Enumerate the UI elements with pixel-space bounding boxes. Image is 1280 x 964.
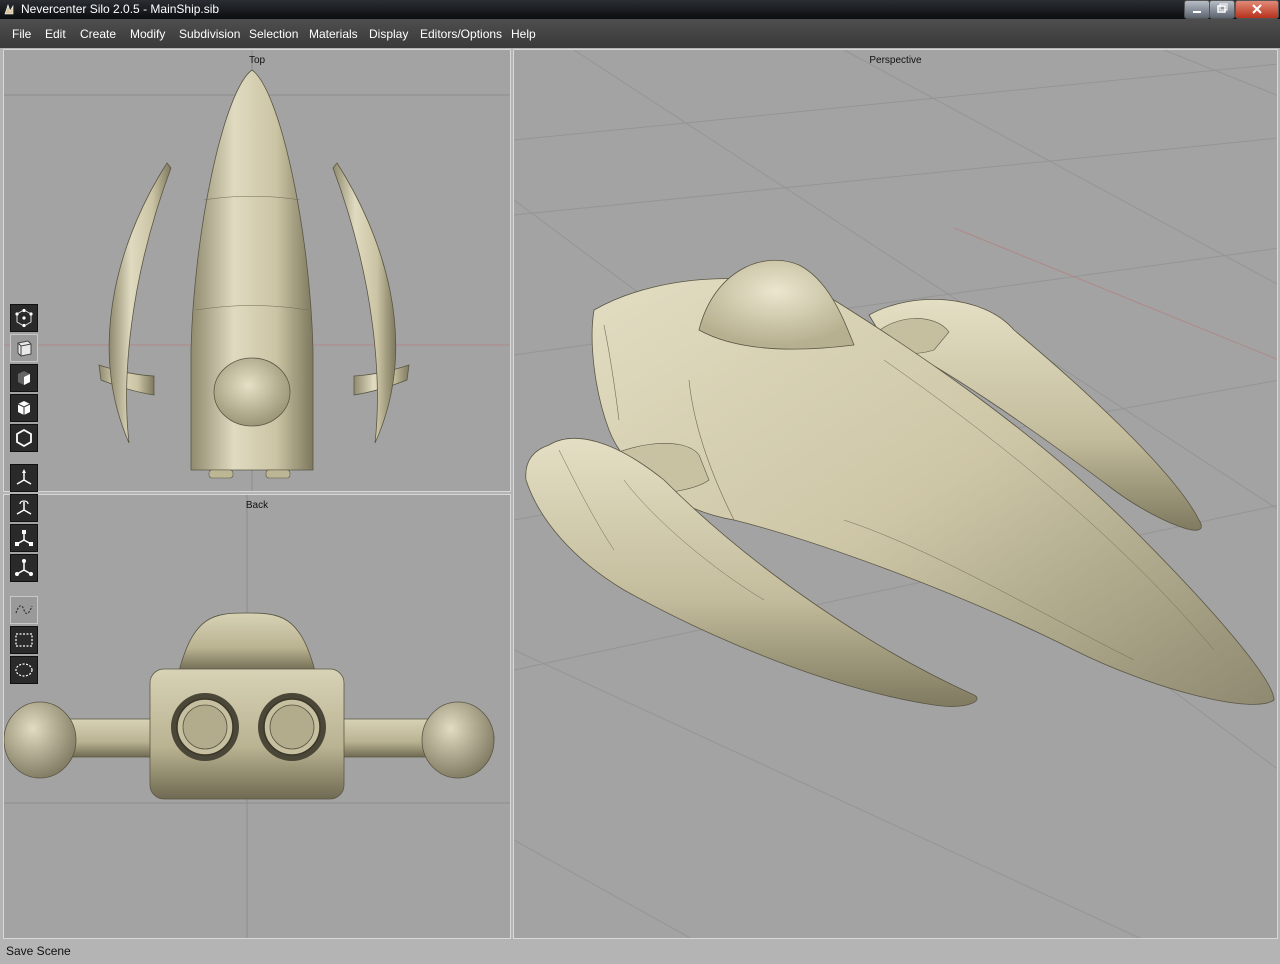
window-title: Nevercenter Silo 2.0.5 - MainShip.sib bbox=[21, 2, 220, 16]
back-view-canvas bbox=[4, 495, 510, 938]
rotate-manipulator-icon bbox=[16, 500, 32, 515]
top-viewport-label: Top bbox=[248, 55, 266, 66]
minimize-button[interactable] bbox=[1184, 0, 1210, 19]
move-manipulator-icon bbox=[16, 469, 32, 485]
top-view-canvas bbox=[4, 50, 510, 491]
wireframe-object-button[interactable] bbox=[10, 424, 38, 452]
top-viewport[interactable]: Top bbox=[3, 49, 511, 492]
vertex-mode-icon bbox=[15, 308, 33, 328]
rectangle-select-icon bbox=[15, 633, 33, 647]
silo-app-icon[interactable] bbox=[2, 2, 16, 16]
menu-file[interactable]: File bbox=[12, 27, 31, 41]
maximize-button[interactable] bbox=[1209, 0, 1235, 19]
scale-manipulator-button[interactable] bbox=[10, 524, 38, 552]
wireframe-object-icon bbox=[16, 428, 32, 448]
ellipse-select-button[interactable] bbox=[10, 656, 38, 684]
menu-display[interactable]: Display bbox=[369, 27, 408, 41]
close-button[interactable] bbox=[1235, 0, 1279, 19]
rectangle-select-button[interactable] bbox=[10, 626, 38, 654]
menu-create[interactable]: Create bbox=[80, 27, 116, 41]
menu-editors-options[interactable]: Editors/Options bbox=[420, 27, 502, 41]
face-mode-button[interactable] bbox=[10, 364, 38, 392]
status-text: Save Scene bbox=[6, 944, 71, 958]
perspective-viewport-label: Perspective bbox=[869, 55, 922, 66]
face-mode-icon bbox=[18, 371, 30, 385]
perspective-viewport[interactable]: Perspective bbox=[513, 49, 1278, 939]
tool-palette bbox=[8, 304, 40, 688]
ellipse-select-icon bbox=[15, 663, 33, 677]
back-viewport-label: Back bbox=[245, 500, 269, 511]
object-mode-icon bbox=[17, 401, 31, 415]
ship-perspective-view bbox=[525, 259, 1275, 707]
minimize-icon bbox=[1193, 11, 1201, 13]
ship-top-view bbox=[98, 69, 410, 479]
menu-selection[interactable]: Selection bbox=[249, 27, 298, 41]
object-mode-button[interactable] bbox=[10, 394, 38, 422]
lasso-select-icon bbox=[15, 605, 33, 615]
status-bar: Save Scene bbox=[0, 940, 1280, 964]
back-viewport[interactable]: Back bbox=[3, 494, 511, 939]
move-manipulator-button[interactable] bbox=[10, 464, 38, 492]
close-icon bbox=[1252, 4, 1262, 14]
menu-edit[interactable]: Edit bbox=[45, 27, 66, 41]
edge-mode-icon bbox=[17, 340, 32, 357]
scale-manipulator-icon bbox=[15, 530, 33, 546]
universal-manipulator-button[interactable] bbox=[10, 554, 38, 582]
vertex-mode-button[interactable] bbox=[10, 304, 38, 332]
universal-manipulator-icon bbox=[15, 559, 33, 576]
lasso-select-button[interactable] bbox=[10, 596, 38, 624]
menu-bar: File Edit Create Modify Subdivision Sele… bbox=[0, 19, 1280, 48]
edge-mode-button[interactable] bbox=[10, 334, 38, 362]
perspective-view-canvas bbox=[514, 50, 1277, 938]
menu-help[interactable]: Help bbox=[511, 27, 536, 41]
menu-subdivision[interactable]: Subdivision bbox=[179, 27, 240, 41]
ship-back-view bbox=[4, 612, 495, 800]
restore-icon bbox=[1217, 3, 1228, 13]
rotate-manipulator-button[interactable] bbox=[10, 494, 38, 522]
title-bar: Nevercenter Silo 2.0.5 - MainShip.sib bbox=[0, 0, 1280, 19]
menu-modify[interactable]: Modify bbox=[130, 27, 165, 41]
menu-materials[interactable]: Materials bbox=[309, 27, 358, 41]
